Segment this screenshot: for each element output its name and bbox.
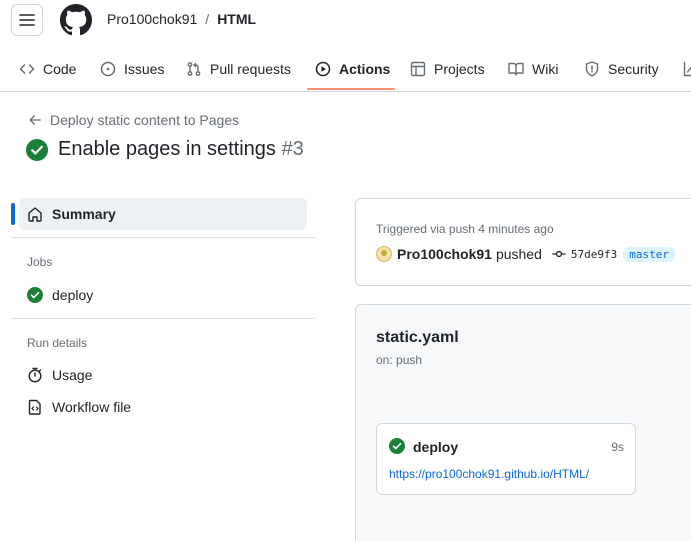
- pull-request-icon: [187, 62, 201, 76]
- job-duration: 9s: [611, 440, 624, 454]
- tab-label: Security: [608, 61, 659, 77]
- run-title: Enable pages in settings #3: [26, 138, 304, 161]
- run-details-heading: Run details: [27, 336, 88, 350]
- check-circle-fill-icon: [26, 138, 48, 161]
- breadcrumb: Pro100chok91 / HTML: [107, 11, 256, 27]
- breadcrumb-separator: /: [205, 11, 210, 27]
- book-icon: [508, 62, 524, 76]
- sidebar-item-usage[interactable]: Usage: [19, 359, 307, 391]
- tab-wiki[interactable]: Wiki: [508, 46, 558, 92]
- tab-label: Wiki: [532, 61, 559, 77]
- issue-icon: [100, 61, 116, 77]
- sidebar-item-workflow-file[interactable]: Workflow file: [19, 391, 307, 423]
- push-verb: pushed: [495, 246, 542, 262]
- graph-icon: [683, 61, 691, 77]
- tab-code[interactable]: Code: [19, 46, 76, 92]
- hamburger-menu-button[interactable]: [11, 4, 43, 36]
- sidebar-divider: [11, 318, 315, 319]
- push-info: Pro100chok91 pushed 57de9f3 master: [376, 246, 675, 262]
- sidebar-item-label: Summary: [52, 206, 116, 222]
- pusher-username[interactable]: Pro100chok91: [397, 246, 492, 262]
- sidebar-item-label: deploy: [52, 287, 94, 303]
- repo-name-link[interactable]: HTML: [217, 11, 256, 27]
- code-icon: [19, 64, 35, 74]
- tab-insights[interactable]: [683, 46, 691, 92]
- avatar[interactable]: [376, 246, 392, 262]
- trigger-summary-panel: Triggered via push 4 minutes ago Pro100c…: [355, 198, 691, 286]
- home-icon: [28, 207, 42, 222]
- selected-indicator: [11, 203, 15, 225]
- tab-pull-requests[interactable]: Pull requests: [186, 46, 291, 92]
- tab-label: Pull requests: [210, 61, 291, 77]
- sidebar-item-label: Workflow file: [52, 399, 132, 415]
- tab-label: Issues: [124, 61, 165, 77]
- workflow-trigger-event: on: push: [376, 353, 423, 367]
- play-icon: [315, 61, 331, 77]
- stopwatch-icon: [28, 367, 42, 383]
- branch-label[interactable]: master: [623, 246, 675, 262]
- active-tab-underline: [307, 88, 395, 90]
- github-logo-icon[interactable]: [60, 4, 92, 36]
- trigger-text: Triggered via push 4 minutes ago: [376, 222, 554, 236]
- tab-label: Projects: [434, 61, 485, 77]
- check-circle-fill-icon: [389, 438, 405, 454]
- tab-label: Code: [43, 61, 77, 77]
- workflow-name: Deploy static content to Pages: [50, 112, 240, 128]
- file-code-icon: [28, 399, 41, 415]
- tab-projects[interactable]: Projects: [410, 46, 485, 92]
- sidebar-item-deploy-job[interactable]: deploy: [19, 279, 307, 311]
- run-number: #3: [281, 138, 304, 160]
- check-circle-fill-icon: [27, 287, 43, 303]
- tab-label: Actions: [339, 61, 391, 77]
- hamburger-icon: [19, 14, 35, 26]
- tab-actions[interactable]: Actions: [315, 46, 390, 92]
- table-icon: [410, 61, 426, 77]
- job-name: deploy: [413, 439, 459, 455]
- shield-icon: [585, 61, 599, 77]
- run-title-text: Enable pages in settings: [58, 138, 276, 160]
- repo-nav-tabs: Code Issues Pull requests Actions Projec…: [0, 46, 691, 92]
- tab-security[interactable]: Security: [584, 46, 659, 92]
- workflow-file-name: static.yaml: [376, 329, 459, 346]
- job-card-deploy[interactable]: deploy 9s https://pro100chok91.github.io…: [376, 423, 636, 495]
- commit-sha-link[interactable]: 57de9f3: [571, 248, 617, 261]
- sidebar-item-label: Usage: [52, 367, 93, 383]
- sidebar-divider: [11, 237, 315, 238]
- jobs-heading: Jobs: [27, 255, 53, 269]
- tab-issues[interactable]: Issues: [100, 46, 164, 92]
- arrow-left-icon: [29, 115, 41, 125]
- repo-owner-link[interactable]: Pro100chok91: [107, 11, 197, 27]
- back-to-workflow-link[interactable]: Deploy static content to Pages: [28, 112, 239, 128]
- page-title: Enable pages in settings #3: [58, 138, 304, 161]
- git-commit-icon: [552, 250, 566, 258]
- deployment-url-link[interactable]: https://pro100chok91.github.io/HTML/: [389, 467, 589, 481]
- top-header: Pro100chok91 / HTML: [0, 0, 691, 46]
- sidebar-item-summary[interactable]: Summary: [19, 198, 307, 230]
